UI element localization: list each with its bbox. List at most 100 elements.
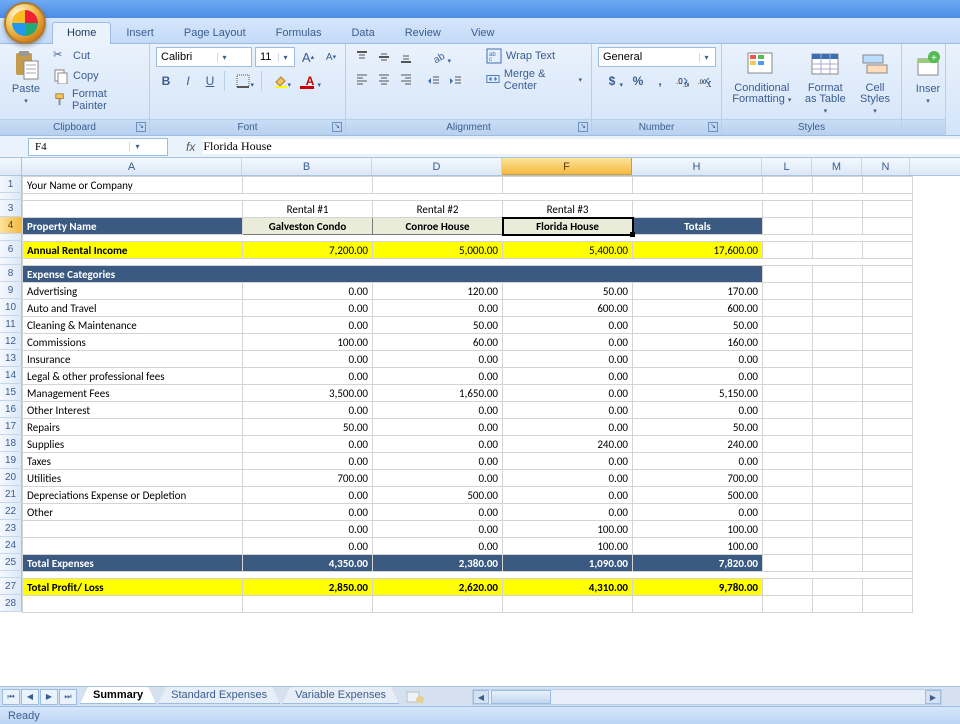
cell[interactable] (763, 419, 813, 436)
cell[interactable]: 0.00 (373, 453, 503, 470)
select-all-corner[interactable] (0, 158, 22, 175)
cell[interactable]: 4,310.00 (503, 579, 633, 596)
cell[interactable]: 700.00 (243, 470, 373, 487)
cell[interactable]: Rental #3 (503, 201, 633, 218)
tab-review[interactable]: Review (390, 22, 456, 44)
cell[interactable]: 50.00 (373, 317, 503, 334)
cell[interactable] (813, 283, 863, 300)
cell[interactable] (503, 596, 633, 613)
cell[interactable]: 0.00 (503, 487, 633, 504)
row-header[interactable]: 28 (0, 595, 22, 612)
cell[interactable]: 100.00 (633, 538, 763, 555)
font-name-combo[interactable]: ▾ (156, 47, 252, 67)
row-header[interactable]: 12 (0, 333, 22, 350)
cell[interactable] (763, 368, 813, 385)
decrease-decimal-button[interactable]: .00.0 (694, 71, 714, 91)
launcher-icon[interactable]: ↘ (136, 122, 146, 132)
italic-button[interactable]: I (178, 71, 198, 91)
cell[interactable] (633, 596, 763, 613)
cell[interactable] (863, 487, 913, 504)
cell[interactable]: 0.00 (373, 504, 503, 521)
cell[interactable]: Repairs (23, 419, 243, 436)
tab-insert[interactable]: Insert (111, 22, 169, 44)
cell[interactable]: 0.00 (373, 368, 503, 385)
row-header[interactable]: 15 (0, 384, 22, 401)
cell[interactable] (763, 218, 813, 235)
cell[interactable]: 3,500.00 (243, 385, 373, 402)
sheet-tab-summary[interactable]: Summary (80, 687, 156, 704)
number-format-input[interactable] (599, 51, 699, 63)
align-right-button[interactable] (396, 69, 416, 89)
cell[interactable] (763, 385, 813, 402)
align-center-button[interactable] (374, 69, 394, 89)
scroll-right-button[interactable]: ▶ (925, 690, 941, 704)
tab-home[interactable]: Home (52, 22, 111, 44)
row-header[interactable]: 4 (0, 217, 22, 234)
decrease-indent-button[interactable] (424, 71, 444, 91)
cell[interactable]: Your Name or Company (23, 177, 243, 194)
cell[interactable]: Auto and Travel (23, 300, 243, 317)
cell[interactable] (503, 177, 633, 194)
formula-input[interactable] (203, 139, 960, 154)
row-header[interactable] (0, 571, 22, 578)
cell[interactable]: Legal & other professional fees (23, 368, 243, 385)
cell[interactable] (763, 579, 813, 596)
chevron-down-icon[interactable]: ▾ (278, 53, 292, 62)
cell[interactable] (373, 596, 503, 613)
cell-styles-button[interactable]: Cell Styles ▾ (855, 47, 895, 119)
cell[interactable]: 5,150.00 (633, 385, 763, 402)
cell[interactable]: 2,850.00 (243, 579, 373, 596)
tab-nav-next[interactable]: ▶ (40, 689, 58, 705)
row-header[interactable]: 8 (0, 265, 22, 282)
cell[interactable] (813, 470, 863, 487)
insert-cells-button[interactable]: + Inser ▾ (908, 47, 948, 107)
cell[interactable]: 4,350.00 (243, 555, 373, 572)
row-header[interactable]: 19 (0, 452, 22, 469)
cell[interactable]: 7,820.00 (633, 555, 763, 572)
office-button[interactable] (4, 2, 46, 44)
cell[interactable] (863, 385, 913, 402)
cell[interactable] (763, 487, 813, 504)
cell[interactable] (863, 317, 913, 334)
cell[interactable]: 0.00 (633, 504, 763, 521)
col-header-H[interactable]: H (632, 158, 762, 175)
cell[interactable]: Rental #1 (243, 201, 373, 218)
horizontal-scrollbar[interactable]: ◀ ▶ (472, 689, 942, 705)
cell[interactable]: 1,650.00 (373, 385, 503, 402)
cell[interactable] (863, 177, 913, 194)
row-header[interactable]: 14 (0, 367, 22, 384)
row-header[interactable]: 25 (0, 554, 22, 571)
chevron-down-icon[interactable]: ▾ (217, 53, 231, 62)
cell[interactable]: Expense Categories (23, 266, 763, 283)
cell[interactable]: 0.00 (633, 453, 763, 470)
cell[interactable]: 0.00 (243, 402, 373, 419)
cell[interactable] (23, 201, 243, 218)
row-header[interactable]: 21 (0, 486, 22, 503)
cell[interactable] (763, 596, 813, 613)
cell[interactable]: Insurance (23, 351, 243, 368)
cell[interactable]: Depreciations Expense or Depletion (23, 487, 243, 504)
font-name-input[interactable] (157, 51, 217, 63)
format-as-table-button[interactable]: Format as Table ▾ (800, 47, 851, 119)
cell[interactable]: 700.00 (633, 470, 763, 487)
cell[interactable]: 2,620.00 (373, 579, 503, 596)
cell[interactable]: 0.00 (373, 470, 503, 487)
cell[interactable]: 0.00 (243, 436, 373, 453)
cell[interactable]: 7,200.00 (243, 242, 373, 259)
cell[interactable] (23, 596, 243, 613)
cell[interactable]: 0.00 (633, 368, 763, 385)
cell[interactable] (23, 194, 913, 201)
cell[interactable]: 50.00 (243, 419, 373, 436)
cell[interactable] (813, 266, 863, 283)
launcher-icon[interactable]: ↘ (332, 122, 342, 132)
cell[interactable] (863, 596, 913, 613)
cell[interactable]: Other Interest (23, 402, 243, 419)
cell[interactable] (813, 579, 863, 596)
wrap-text-button[interactable]: abcWrap Text (483, 47, 585, 65)
cell[interactable] (813, 201, 863, 218)
cell[interactable]: 100.00 (633, 521, 763, 538)
cell[interactable]: 50.00 (633, 419, 763, 436)
col-header-M[interactable]: M (812, 158, 862, 175)
cell[interactable] (863, 368, 913, 385)
border-button[interactable] (229, 71, 257, 91)
